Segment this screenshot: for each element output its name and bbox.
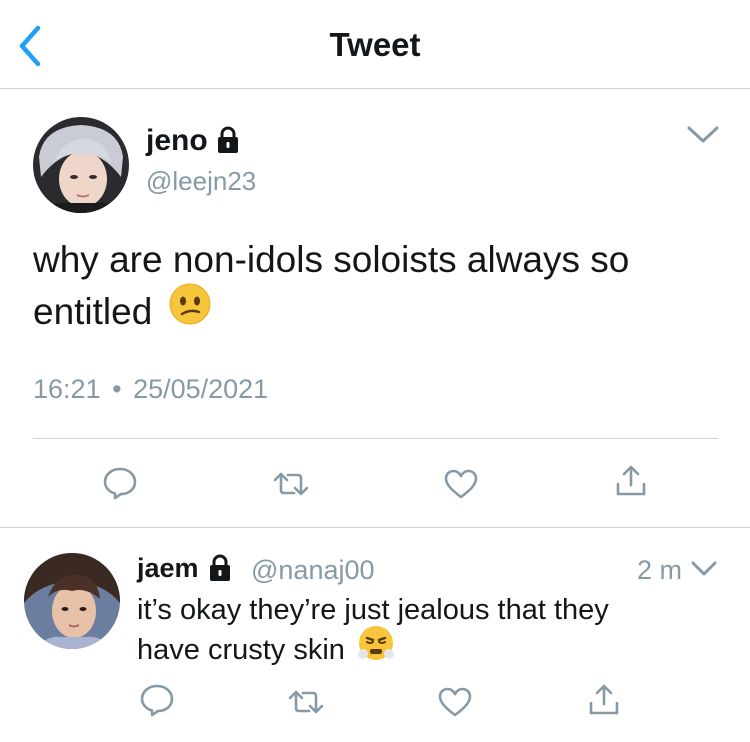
nav-header: Tweet bbox=[0, 0, 750, 88]
author-handle[interactable]: @leejn23 bbox=[146, 166, 256, 197]
reply-author-avatar[interactable] bbox=[24, 553, 120, 649]
meta-separator: • bbox=[112, 374, 122, 404]
retweet-icon bbox=[273, 472, 309, 496]
reply-author-handle[interactable]: @nanaj00 bbox=[251, 555, 375, 586]
reply-time-ago: 2 m bbox=[637, 555, 683, 585]
reply-options-button[interactable] bbox=[690, 559, 718, 579]
chevron-down-icon bbox=[691, 561, 717, 576]
reply-like-button[interactable] bbox=[437, 686, 473, 718]
tweet-timestamp: 16:21 • 25/05/2021 bbox=[33, 374, 268, 405]
reply-icon bbox=[140, 684, 174, 717]
tweet-time: 16:21 bbox=[33, 374, 101, 404]
share-icon bbox=[616, 465, 646, 496]
header-divider bbox=[0, 88, 750, 89]
lock-icon bbox=[216, 126, 240, 154]
reply-text-line-2: have crusty skin bbox=[137, 626, 395, 673]
author-name[interactable]: jeno bbox=[146, 124, 208, 158]
reply-retweet-button[interactable] bbox=[287, 688, 325, 716]
face-with-steam-icon bbox=[357, 624, 395, 673]
confused-face-icon bbox=[169, 283, 211, 339]
reply-icon bbox=[103, 467, 137, 500]
reply-lock-icon bbox=[208, 554, 232, 582]
share-button[interactable] bbox=[614, 464, 648, 498]
reply-reply-button[interactable] bbox=[139, 683, 175, 717]
page-title: Tweet bbox=[329, 26, 421, 63]
reply-share-button[interactable] bbox=[587, 683, 621, 717]
retweet-button[interactable] bbox=[272, 470, 310, 498]
tweet-date: 25/05/2021 bbox=[133, 374, 269, 404]
like-button[interactable] bbox=[443, 468, 479, 500]
chevron-down-icon bbox=[687, 126, 719, 143]
heart-icon bbox=[444, 469, 478, 499]
share-icon bbox=[589, 684, 619, 715]
reply-text-crusty: have crusty skin bbox=[137, 634, 345, 667]
tweet-text-line-2: entitled bbox=[33, 283, 211, 339]
author-avatar[interactable] bbox=[33, 117, 129, 213]
tweet-text-entitled: entitled bbox=[33, 291, 153, 332]
tweet-options-button[interactable] bbox=[686, 124, 720, 146]
reply-button[interactable] bbox=[102, 466, 138, 500]
meta-divider bbox=[33, 438, 718, 439]
retweet-icon bbox=[288, 690, 324, 714]
heart-icon bbox=[438, 687, 472, 717]
tweet-text-line-1: why are non-idols soloists always so bbox=[33, 239, 630, 280]
reply-author-name[interactable]: jaem bbox=[137, 553, 199, 584]
section-divider bbox=[0, 527, 750, 528]
